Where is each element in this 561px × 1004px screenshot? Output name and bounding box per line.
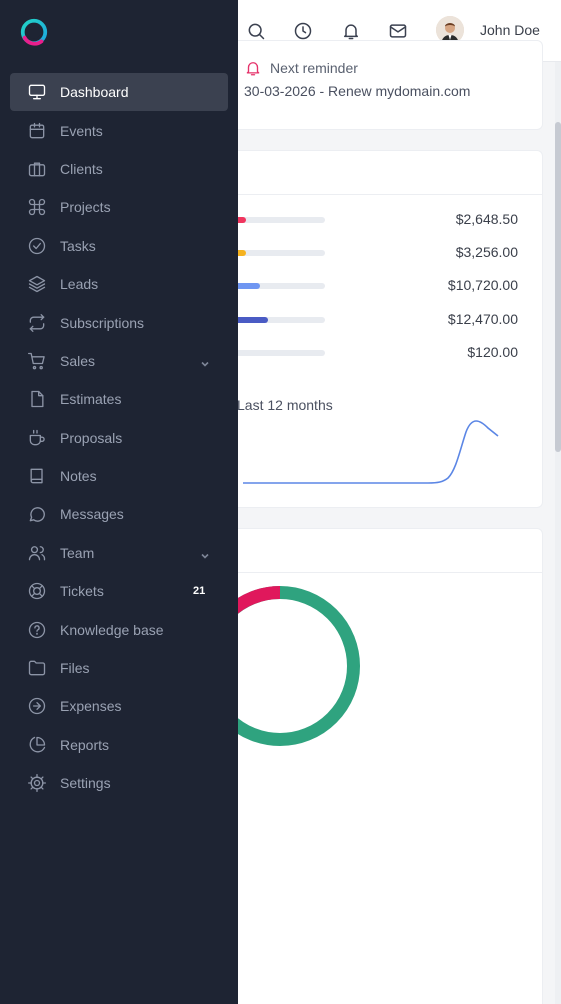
finance-row: $3,256.00: [221, 242, 544, 262]
sidebar-item-sales[interactable]: Sales: [0, 342, 238, 380]
sidebar-item-label: Events: [60, 122, 103, 139]
briefcase-icon: [27, 159, 47, 179]
sidebar: Dashboard Events Clients Projects Tasks …: [0, 0, 238, 1004]
sidebar-item-proposals[interactable]: Proposals: [0, 419, 238, 457]
sidebar-item-label: Estimates: [60, 391, 122, 408]
sidebar-item-label: Clients: [60, 160, 103, 177]
sidebar-item-label: Messages: [60, 506, 124, 523]
help-circle-icon: [27, 620, 47, 640]
cart-icon: [27, 351, 47, 371]
sidebar-item-subscriptions[interactable]: Subscriptions: [0, 303, 238, 341]
sidebar-item-files[interactable]: Files: [0, 649, 238, 687]
progress-fill: [235, 283, 261, 289]
logo-icon: [20, 18, 48, 46]
trend-line-chart: [243, 420, 499, 484]
sidebar-item-label: Dashboard: [60, 84, 129, 101]
life-buoy-icon: [27, 581, 47, 601]
sidebar-nav: Dashboard Events Clients Projects Tasks …: [0, 73, 238, 802]
chevron-down-icon[interactable]: [200, 548, 210, 559]
sidebar-item-label: Tasks: [60, 237, 96, 254]
sidebar-item-projects[interactable]: Projects: [0, 188, 238, 226]
progress-fill: [235, 317, 269, 323]
finance-row: $12,470.00: [221, 309, 544, 329]
sidebar-item-expenses[interactable]: Expenses: [0, 687, 238, 725]
sidebar-item-messages[interactable]: Messages: [0, 495, 238, 533]
tickets-count-badge: 21: [193, 585, 206, 598]
sidebar-item-settings[interactable]: Settings: [0, 764, 238, 802]
repeat-icon: [27, 313, 47, 333]
finance-amount: $120.00: [467, 344, 518, 360]
calendar-icon: [27, 121, 47, 141]
reminder-bell-icon: [244, 59, 262, 77]
sidebar-item-label: Expenses: [60, 698, 122, 715]
sidebar-item-label: Tickets: [60, 583, 104, 600]
sidebar-item-leads[interactable]: Leads: [0, 265, 238, 303]
sidebar-item-knowledge-base[interactable]: Knowledge base: [0, 610, 238, 648]
message-icon: [27, 504, 47, 524]
progress-track: [235, 317, 325, 323]
sidebar-item-label: Subscriptions: [60, 314, 145, 331]
sidebar-item-label: Settings: [60, 775, 111, 792]
command-icon: [27, 197, 47, 217]
chevron-down-icon[interactable]: [200, 356, 210, 367]
progress-track: [235, 250, 325, 256]
scrollbar-thumb[interactable]: [555, 122, 561, 452]
sidebar-item-notes[interactable]: Notes: [0, 457, 238, 495]
sidebar-item-tasks[interactable]: Tasks: [0, 227, 238, 265]
sidebar-item-label: Projects: [60, 199, 111, 216]
reminder-title: Next reminder: [270, 60, 358, 76]
progress-track: [235, 217, 325, 223]
sidebar-item-team[interactable]: Team: [0, 534, 238, 572]
finance-amount: $3,256.00: [455, 244, 518, 260]
sidebar-item-clients[interactable]: Clients: [0, 150, 238, 188]
pie-chart-icon: [27, 735, 47, 755]
folder-icon: [27, 658, 47, 678]
finance-amount: $10,720.00: [447, 277, 518, 293]
reminder-text[interactable]: 30-03-2026 - Renew mydomain.com: [244, 83, 470, 99]
finance-row: $120.00: [221, 342, 544, 362]
finance-amount: $2,648.50: [455, 211, 518, 227]
logo[interactable]: [0, 0, 68, 64]
coffee-icon: [27, 428, 47, 448]
sidebar-item-reports[interactable]: Reports: [0, 726, 238, 764]
book-icon: [27, 466, 47, 486]
progress-track: [235, 283, 325, 289]
layers-icon: [27, 274, 47, 294]
sidebar-item-label: Knowledge base: [60, 621, 164, 638]
sidebar-item-label: Team: [60, 544, 95, 561]
users-icon: [27, 543, 47, 563]
trend-line: [243, 420, 499, 484]
sidebar-item-label: Reports: [60, 736, 110, 753]
monitor-icon: [27, 82, 47, 102]
user-name[interactable]: John Doe: [480, 22, 540, 38]
finance-amount: $12,470.00: [447, 311, 518, 327]
finance-row: $2,648.50: [221, 209, 544, 229]
sidebar-item-label: Files: [60, 660, 90, 677]
finance-card-header: [221, 151, 542, 195]
progress-track: [235, 350, 325, 356]
sidebar-item-label: Proposals: [60, 429, 123, 446]
page-scrollbar[interactable]: [555, 62, 561, 1004]
sidebar-item-label: Notes: [60, 468, 97, 485]
sidebar-item-tickets[interactable]: Tickets 21: [0, 572, 238, 610]
sidebar-item-dashboard[interactable]: Dashboard: [10, 73, 228, 112]
check-circle-icon: [27, 236, 47, 256]
sidebar-item-label: Leads: [60, 276, 99, 293]
finance-row: $10,720.00: [221, 275, 544, 295]
sidebar-item-events[interactable]: Events: [0, 111, 238, 149]
sidebar-item-estimates[interactable]: Estimates: [0, 380, 238, 418]
donut-card-header: [221, 529, 542, 573]
file-icon: [27, 389, 47, 409]
sidebar-item-label: Sales: [60, 352, 96, 369]
arrow-circle-icon: [27, 696, 47, 716]
settings-icon: [27, 773, 47, 793]
